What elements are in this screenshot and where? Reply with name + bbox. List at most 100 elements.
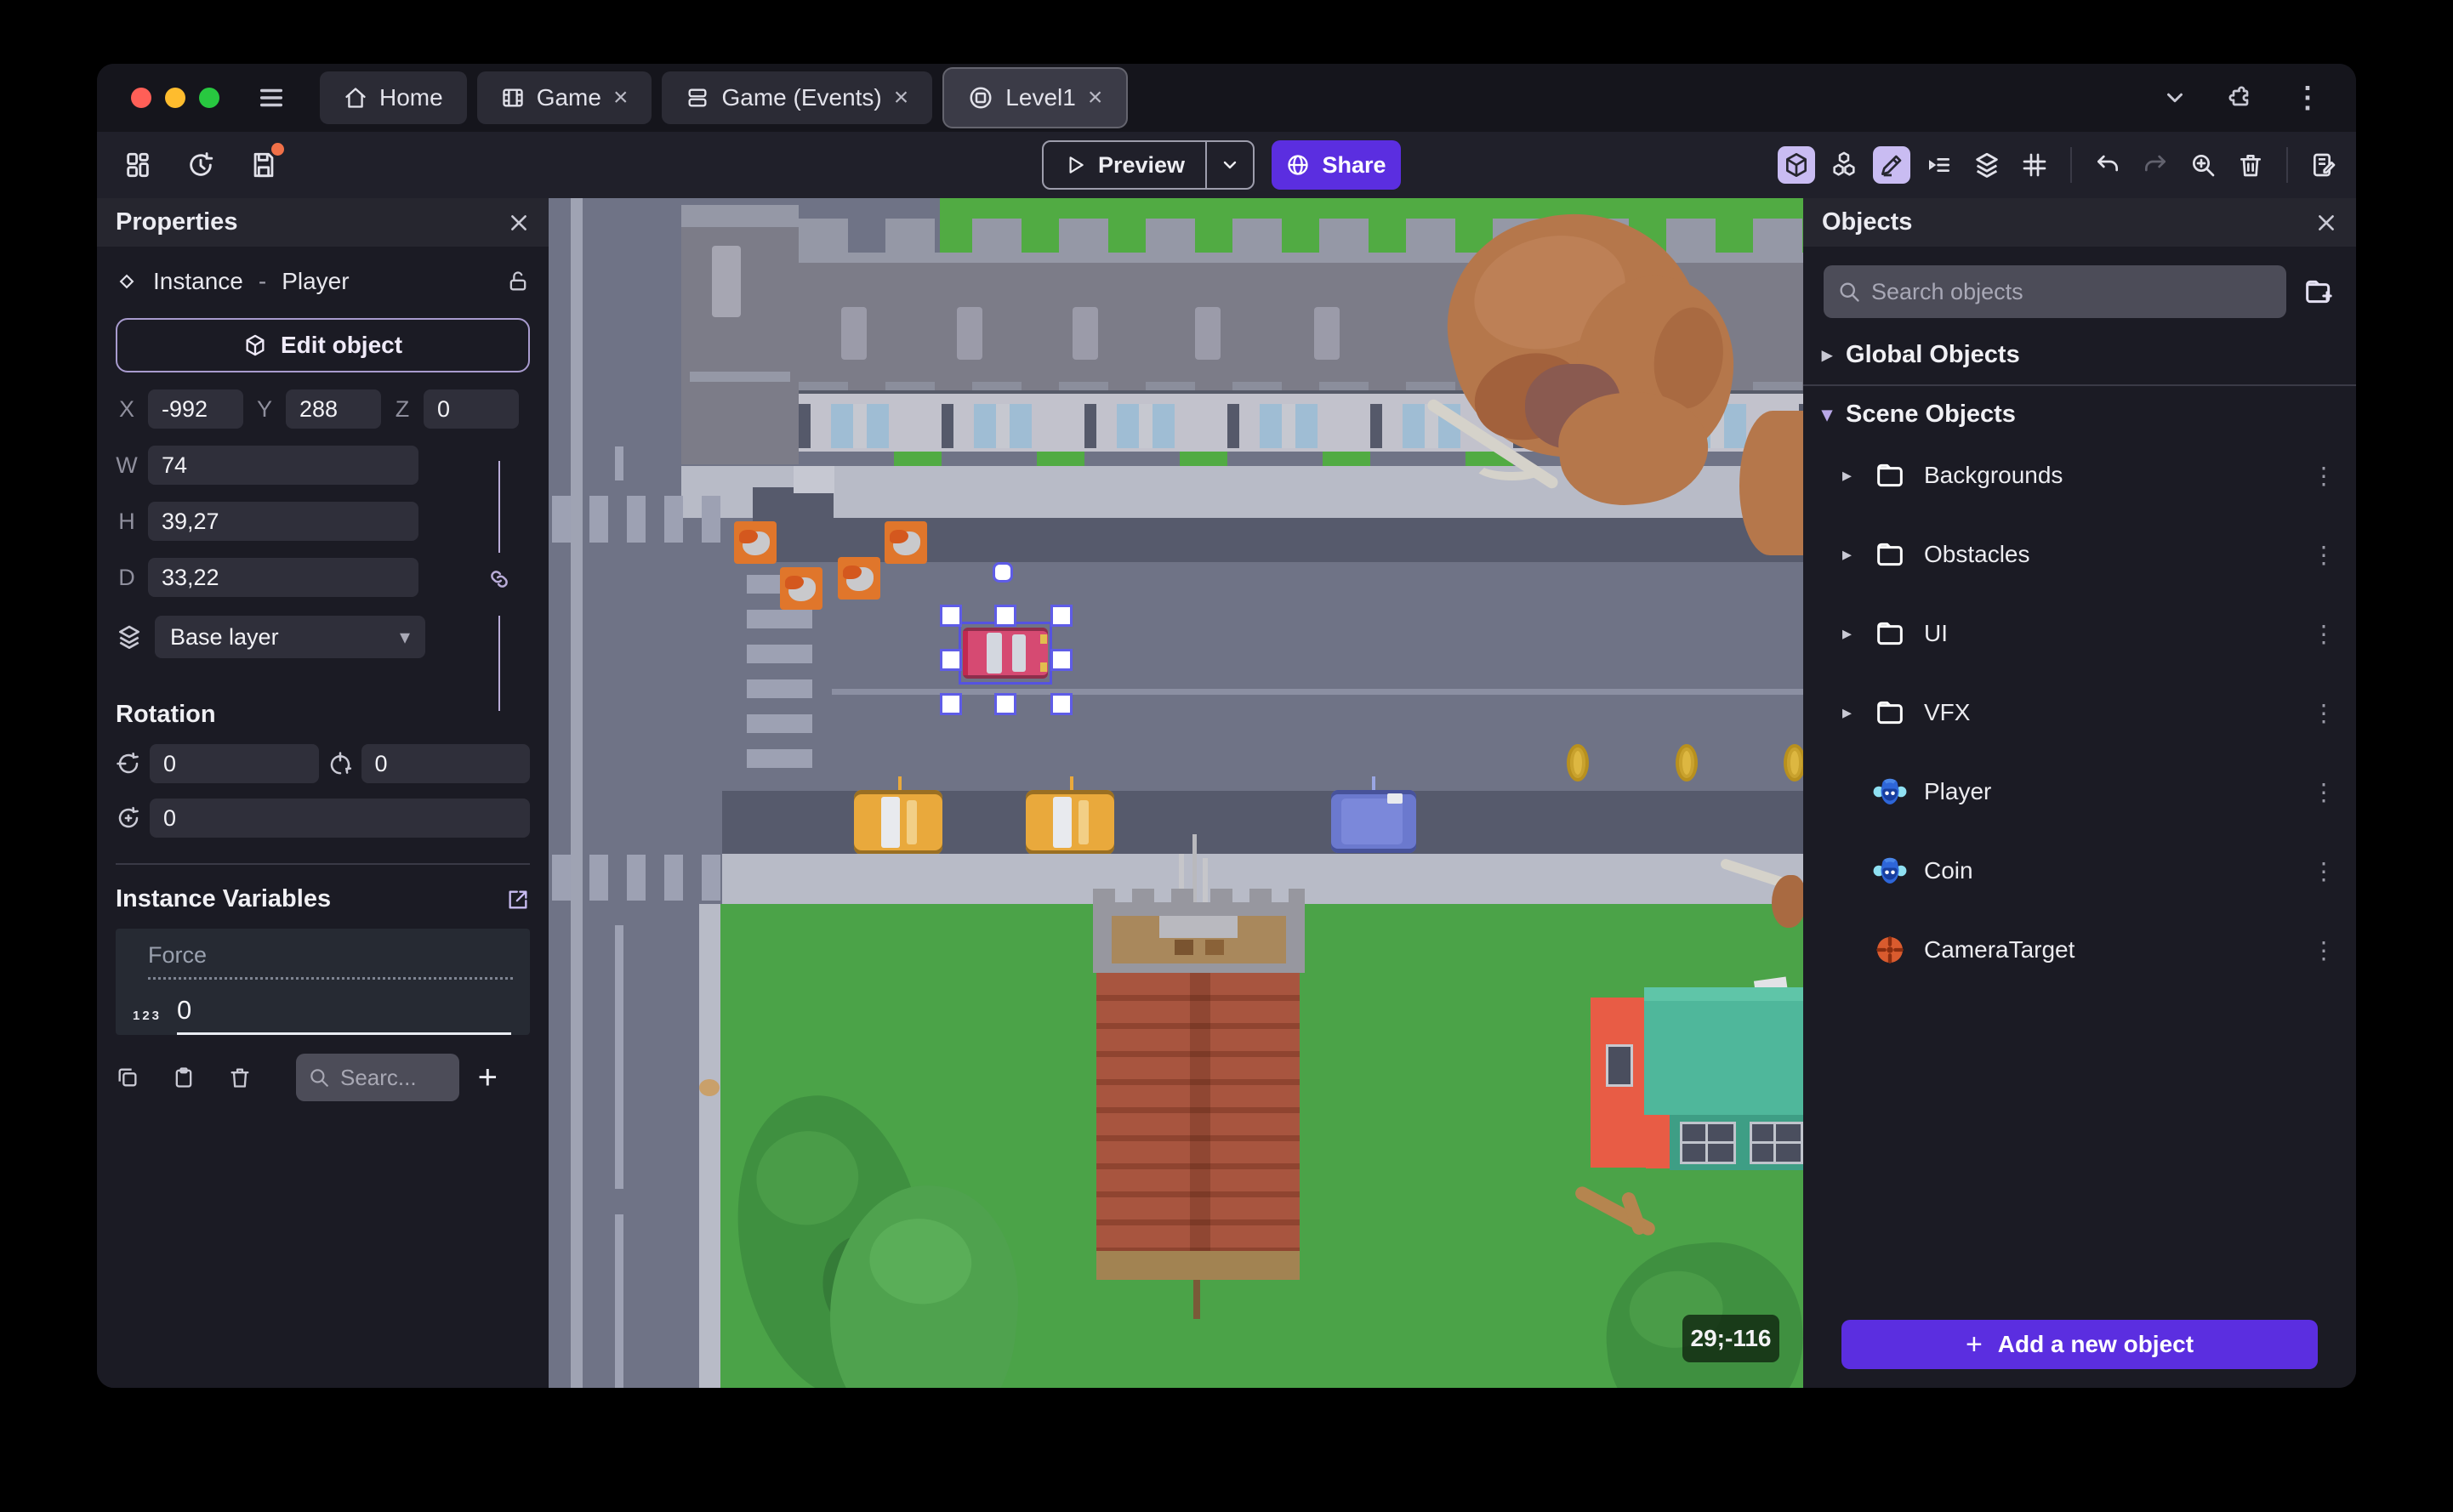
rotation-x-input[interactable]	[150, 744, 319, 783]
external-link-icon[interactable]	[506, 888, 530, 912]
depth-input[interactable]	[148, 558, 418, 597]
chevron-right-icon[interactable]: ▸	[1842, 464, 1871, 486]
close-icon[interactable]: ×	[894, 85, 909, 111]
layers-icon[interactable]	[1968, 146, 2006, 184]
copy-icon[interactable]	[116, 1066, 139, 1089]
zoom-in-icon[interactable]	[2184, 146, 2222, 184]
close-icon[interactable]: ×	[1088, 85, 1103, 111]
close-window-button[interactable]	[131, 88, 151, 108]
kebab-menu-icon[interactable]: ⋮	[2312, 936, 2336, 964]
tree-item-cameratarget[interactable]: CameraTarget ⋮	[1803, 924, 2356, 976]
add-variable-icon[interactable]: +	[478, 1059, 498, 1097]
paste-icon[interactable]	[172, 1066, 196, 1089]
tree-item-ui[interactable]: ▸ UI ⋮	[1803, 607, 2356, 660]
tab-game-events[interactable]: Game (Events) ×	[662, 71, 933, 124]
resize-handle-nw[interactable]	[940, 605, 962, 627]
scene-objects-group[interactable]: ▾ Scene Objects	[1803, 391, 2356, 437]
yellow-car[interactable]	[854, 776, 948, 868]
variable-value[interactable]: 0	[177, 995, 511, 1035]
resize-handle-sw[interactable]	[940, 693, 962, 715]
history-icon[interactable]	[182, 146, 219, 184]
chevron-right-icon[interactable]: ▸	[1842, 702, 1871, 724]
building-tower[interactable]	[681, 205, 799, 464]
extensions-puzzle-icon[interactable]	[2227, 84, 2254, 111]
unlock-icon[interactable]	[506, 270, 530, 293]
kebab-menu-icon[interactable]: ⋮	[2293, 81, 2322, 115]
close-icon[interactable]	[508, 212, 530, 234]
player-car-selected[interactable]	[963, 628, 1048, 679]
undo-icon[interactable]	[2089, 146, 2126, 184]
kebab-menu-icon[interactable]: ⋮	[2312, 699, 2336, 727]
tower-brick-body[interactable]	[1096, 973, 1300, 1251]
close-icon[interactable]: ×	[613, 85, 629, 111]
global-objects-group[interactable]: ▸ Global Objects	[1803, 332, 2356, 378]
tab-level1[interactable]: Level1 ×	[942, 67, 1129, 128]
instances-list-icon[interactable]	[1921, 146, 1958, 184]
chevron-right-icon[interactable]: ▸	[1842, 622, 1871, 645]
kebab-menu-icon[interactable]: ⋮	[2312, 857, 2336, 885]
save-icon[interactable]	[245, 143, 284, 184]
kebab-menu-icon[interactable]: ⋮	[2312, 620, 2336, 648]
rotation-z-input[interactable]	[150, 799, 530, 838]
main-menu-icon[interactable]	[257, 83, 286, 112]
objects-search-input[interactable]	[1824, 265, 2286, 318]
tree-item-coin[interactable]: Coin ⋮	[1803, 844, 2356, 897]
resize-handle-s[interactable]	[994, 693, 1016, 715]
add-folder-icon[interactable]	[2302, 275, 2336, 309]
obstacle-box[interactable]	[734, 521, 777, 564]
yellow-car[interactable]	[1026, 776, 1119, 868]
tower-cap[interactable]	[1093, 889, 1305, 973]
edit-pencil-icon[interactable]	[1873, 146, 1910, 184]
autumn-tree-edge[interactable]	[1739, 411, 1803, 555]
chevron-down-icon[interactable]	[2162, 85, 2188, 111]
preview-button[interactable]: Preview	[1042, 140, 1255, 190]
scene-canvas[interactable]: 29;-116	[549, 198, 1803, 1388]
redo-icon[interactable]	[2137, 146, 2174, 184]
objects-cubes-icon[interactable]	[1825, 146, 1863, 184]
maximize-window-button[interactable]	[199, 88, 219, 108]
chevron-right-icon[interactable]: ▸	[1842, 543, 1871, 566]
trash-icon[interactable]	[228, 1066, 252, 1089]
width-input[interactable]	[148, 446, 418, 485]
layout-panels-icon[interactable]	[119, 146, 157, 184]
variable-name[interactable]: Force	[148, 942, 513, 980]
trash-icon[interactable]	[2232, 146, 2269, 184]
grid-icon[interactable]	[2016, 146, 2053, 184]
share-button[interactable]: Share	[1272, 140, 1401, 190]
height-input[interactable]	[148, 502, 418, 541]
tree-item-obstacles[interactable]: ▸ Obstacles ⋮	[1803, 528, 2356, 581]
coin[interactable]	[1567, 744, 1589, 782]
tree-item-backgrounds[interactable]: ▸ Backgrounds ⋮	[1803, 449, 2356, 502]
tab-home[interactable]: Home	[320, 71, 467, 124]
kebab-menu-icon[interactable]: ⋮	[2312, 541, 2336, 569]
teal-building-roof[interactable]	[1644, 987, 1803, 1115]
y-input[interactable]	[286, 389, 381, 429]
resize-handle-w[interactable]	[940, 649, 962, 671]
resize-handle-se[interactable]	[1050, 693, 1073, 715]
rotate-handle[interactable]	[993, 562, 1013, 583]
layer-select[interactable]: Base layer ▾	[155, 616, 425, 658]
teal-building-wall[interactable]	[1591, 998, 1648, 1168]
kebab-menu-icon[interactable]: ⋮	[2312, 778, 2336, 806]
link-dimensions-icon[interactable]	[487, 566, 512, 592]
resize-handle-n[interactable]	[994, 605, 1016, 627]
obstacle-box[interactable]	[780, 567, 822, 610]
resize-handle-e[interactable]	[1050, 649, 1073, 671]
view-3d-icon[interactable]	[1778, 146, 1815, 184]
x-input[interactable]	[148, 389, 243, 429]
resize-handle-ne[interactable]	[1050, 605, 1073, 627]
tree-item-player[interactable]: Player ⋮	[1803, 765, 2356, 818]
add-new-object-button[interactable]: + Add a new object	[1841, 1320, 2318, 1369]
tab-game[interactable]: Game ×	[476, 71, 652, 124]
blue-car[interactable]	[1331, 776, 1421, 858]
edit-object-button[interactable]: Edit object	[116, 318, 530, 372]
tree-item-vfx[interactable]: ▸ VFX ⋮	[1803, 686, 2356, 739]
preview-dropdown-button[interactable]	[1207, 155, 1253, 175]
close-icon[interactable]	[2315, 212, 2337, 234]
coin[interactable]	[1784, 744, 1803, 782]
z-input[interactable]	[424, 389, 519, 429]
kebab-menu-icon[interactable]: ⋮	[2312, 462, 2336, 490]
obstacle-box[interactable]	[838, 557, 880, 600]
obstacle-box[interactable]	[885, 521, 927, 564]
scene-notes-icon[interactable]	[2305, 146, 2342, 184]
